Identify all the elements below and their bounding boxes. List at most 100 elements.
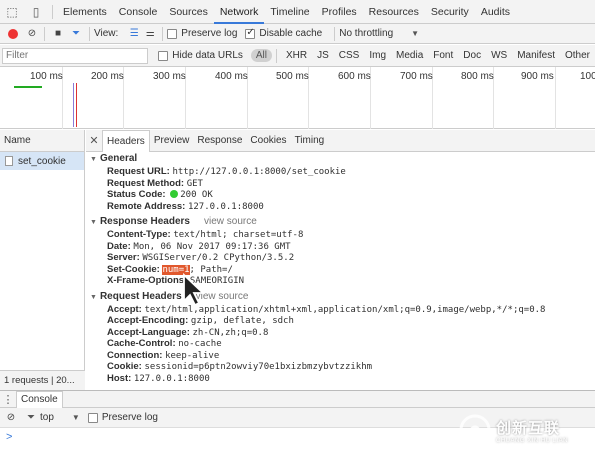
record-icon[interactable]: [8, 28, 18, 39]
clear-icon[interactable]: ⊘: [24, 24, 40, 44]
header-value: WSGIServer/0.2 CPython/3.5.2: [142, 253, 295, 263]
checkbox-icon: [167, 28, 178, 39]
filter-type-manifest[interactable]: Manifest: [512, 50, 560, 61]
tab-response[interactable]: Response: [193, 130, 246, 152]
watermark-text: 创新互联: [496, 419, 561, 437]
general-section-header[interactable]: ▼ General: [90, 152, 595, 166]
load-event-line: [76, 83, 77, 127]
general-section: ▼ General Request URL: http://127.0.0.1:8…: [86, 152, 595, 212]
logo-icon: [459, 414, 491, 446]
checkbox-icon: [158, 50, 169, 61]
filter-icon[interactable]: ⏷: [67, 24, 85, 44]
header-key: Date:: [107, 240, 131, 252]
disable-cache-checkbox[interactable]: Disable cache: [245, 27, 323, 39]
capture-screenshots-icon[interactable]: ■: [49, 24, 67, 44]
throttling-select[interactable]: No throttling ▼: [339, 28, 419, 39]
filter-type-doc[interactable]: Doc: [458, 50, 486, 61]
timeline-overview[interactable]: 100 ms 200 ms 300 ms 400 ms 500 ms 600 m…: [0, 67, 595, 129]
hide-data-urls-checkbox[interactable]: Hide data URLs: [158, 50, 243, 61]
header-value: 200 OK: [180, 190, 213, 200]
console-preserve-log-checkbox[interactable]: Preserve log: [87, 412, 158, 423]
header-key: Host:: [107, 372, 132, 384]
filter-type-other[interactable]: Other: [560, 50, 595, 61]
header-value: 127.0.0.1:8000: [187, 201, 264, 212]
request-timing-bar: [14, 86, 42, 88]
tab-cookies[interactable]: Cookies: [246, 130, 290, 152]
preserve-log-label: Preserve log: [101, 412, 158, 423]
tab-network[interactable]: Network: [213, 0, 265, 24]
header-row: Set-Cookie: num=1; Path=/: [90, 264, 595, 276]
header-value: text/html; charset=utf-8: [173, 230, 304, 240]
header-row: Accept-Language: zh-CN,zh;q=0.8: [90, 327, 595, 339]
context-select[interactable]: top ▼: [40, 412, 80, 423]
drawer-menu-icon[interactable]: ⋮: [0, 393, 16, 406]
header-row: Request URL: http://127.0.0.1:8000/set_c…: [90, 166, 595, 178]
filter-type-img[interactable]: Img: [364, 50, 391, 61]
filter-input[interactable]: [2, 47, 149, 64]
expand-triangle-icon: ▼: [90, 156, 97, 163]
view-label: View:: [94, 28, 119, 39]
header-row: Remote Address: 127.0.0.1:8000: [90, 201, 595, 213]
header-key: Accept-Encoding:: [107, 315, 189, 326]
inspect-element-icon[interactable]: ⬚: [0, 0, 24, 24]
filter-icon[interactable]: ⏷: [22, 408, 40, 428]
filter-type-xhr[interactable]: XHR: [281, 50, 312, 61]
tab-security[interactable]: Security: [425, 0, 475, 24]
drawer-tab-bar: ⋮ Console: [0, 390, 595, 408]
filter-type-js[interactable]: JS: [312, 50, 334, 61]
tab-timeline[interactable]: Timeline: [264, 0, 315, 24]
preserve-log-checkbox[interactable]: Preserve log: [167, 28, 237, 39]
header-value: 127.0.0.1:8000: [133, 373, 210, 384]
filter-type-all[interactable]: All: [250, 49, 273, 62]
header-key: Accept-Language:: [107, 326, 190, 338]
header-key: Content-Type:: [107, 229, 171, 240]
header-key: Connection:: [107, 349, 163, 361]
tab-console[interactable]: Console: [113, 0, 164, 24]
header-key: Status Code:: [107, 189, 166, 200]
header-value: http://127.0.0.1:8000/set_cookie: [172, 167, 346, 177]
response-headers-header[interactable]: ▼ Response Headers view source: [90, 215, 595, 229]
watermark-subtext: CHUANG XIN HU LIAN: [496, 437, 569, 444]
tick-label: 900 ms: [521, 71, 554, 82]
console-prompt: >: [6, 431, 13, 443]
request-details: ✕ Headers Preview Response Cookies Timin…: [86, 130, 595, 390]
tab-elements[interactable]: Elements: [57, 0, 113, 24]
header-row: Connection: keep-alive: [90, 350, 595, 362]
disable-cache-label: Disable cache: [259, 28, 323, 39]
tab-headers[interactable]: Headers: [102, 130, 150, 152]
divider: [52, 4, 53, 19]
devtools-tab-bar: ⬚ ▯ Elements Console Sources Network Tim…: [0, 0, 595, 24]
tick-label: 800 ms: [461, 71, 494, 82]
header-key: Remote Address:: [107, 200, 186, 212]
tab-console-drawer[interactable]: Console: [16, 390, 63, 408]
view-source-link[interactable]: view source: [204, 216, 257, 227]
expand-triangle-icon: ▼: [90, 293, 97, 301]
header-value: zh-CN,zh;q=0.8: [192, 327, 269, 338]
close-icon[interactable]: ✕: [86, 134, 102, 147]
header-value: sessionid=p6ptn2owviy70e1bxizbmzybvtzzik…: [144, 362, 373, 372]
header-row: Server: WSGIServer/0.2 CPython/3.5.2: [90, 252, 595, 264]
request-row[interactable]: set_cookie: [0, 152, 84, 170]
header-key: X-Frame-Options:: [107, 275, 188, 286]
tab-resources[interactable]: Resources: [363, 0, 425, 24]
name-column-header[interactable]: Name: [0, 130, 84, 152]
tick-label: 400 ms: [215, 71, 248, 82]
tab-timing[interactable]: Timing: [291, 130, 329, 152]
divider: [162, 26, 164, 41]
tab-preview[interactable]: Preview: [150, 130, 194, 152]
preserve-log-label: Preserve log: [181, 28, 238, 39]
clear-console-icon[interactable]: ⊘: [0, 408, 22, 428]
request-headers-header[interactable]: ▼ Request Headers view source: [90, 290, 595, 304]
large-rows-icon[interactable]: ☰: [126, 24, 142, 44]
header-row: Status Code: 200 OK: [90, 189, 595, 201]
filter-type-media[interactable]: Media: [391, 50, 428, 61]
overview-icon[interactable]: ⚌: [142, 24, 158, 44]
tab-profiles[interactable]: Profiles: [316, 0, 363, 24]
filter-type-css[interactable]: CSS: [334, 50, 365, 61]
filter-type-font[interactable]: Font: [428, 50, 458, 61]
request-list: Name set_cookie 1 requests | 20...: [0, 130, 85, 390]
device-mode-icon[interactable]: ▯: [24, 0, 48, 24]
filter-type-ws[interactable]: WS: [486, 50, 512, 61]
tab-audits[interactable]: Audits: [475, 0, 516, 24]
tab-sources[interactable]: Sources: [163, 0, 214, 24]
